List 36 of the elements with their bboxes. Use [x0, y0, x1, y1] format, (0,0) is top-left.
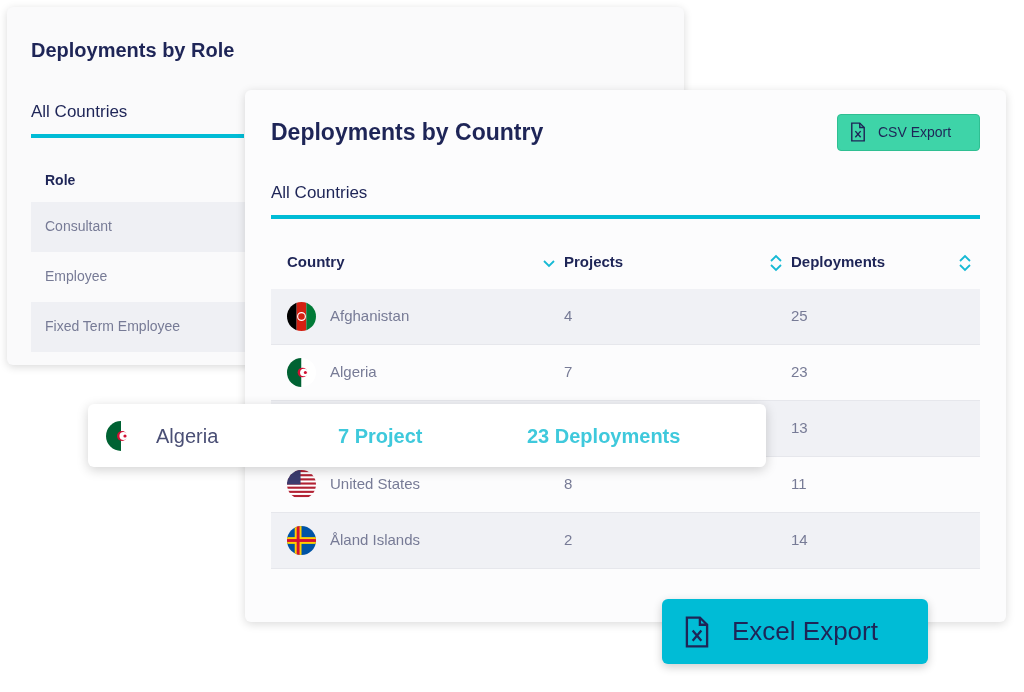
table-cell-text: United States — [330, 473, 421, 494]
flag-icon — [287, 469, 316, 499]
table-cell-text: Åland Islands — [330, 529, 421, 550]
flag-icon — [287, 525, 316, 555]
flag-icon — [287, 301, 316, 331]
sort-icon — [958, 253, 972, 272]
table-cell: 2 — [564, 531, 573, 548]
column-header: Projects — [564, 252, 624, 273]
table-cell: 4 — [564, 307, 573, 324]
card-title: Deployments by Role — [31, 38, 236, 63]
column-header: Deployments — [791, 252, 886, 273]
table-cell: 14 — [791, 531, 808, 548]
table-cell-text: Consultant — [45, 217, 112, 236]
csv-export-button[interactable]: CSV Export — [837, 113, 980, 151]
table-cell: 11 — [791, 475, 807, 492]
table-cell-text: Fixed Term Employee — [45, 317, 181, 336]
country-name: Algeria — [156, 423, 220, 449]
table-cell: 13 — [791, 419, 808, 436]
tab[interactable]: All Countries — [271, 180, 980, 219]
excel-export-button[interactable]: Excel Export — [662, 599, 928, 664]
card-title: Deployments by Country — [271, 117, 544, 147]
table-cell-text: Employee — [45, 267, 108, 286]
spreadsheet-file-icon — [684, 614, 710, 649]
column-header: Role — [45, 171, 76, 190]
table-cell-text: Afghanistan — [330, 305, 410, 326]
sort-icon — [769, 253, 783, 272]
spreadsheet-file-icon — [850, 122, 866, 142]
project-count: 7 Project — [338, 423, 424, 449]
table-cell-text: Algeria — [330, 361, 377, 382]
deployment-count: 23 Deployments — [527, 423, 681, 449]
table-cell: 23 — [791, 363, 808, 380]
table-cell: 25 — [791, 307, 808, 324]
column-header: Country — [287, 252, 345, 273]
table-cell: 8 — [564, 475, 573, 492]
chevron-down-icon — [542, 257, 556, 268]
table-cell: 7 — [564, 363, 573, 380]
